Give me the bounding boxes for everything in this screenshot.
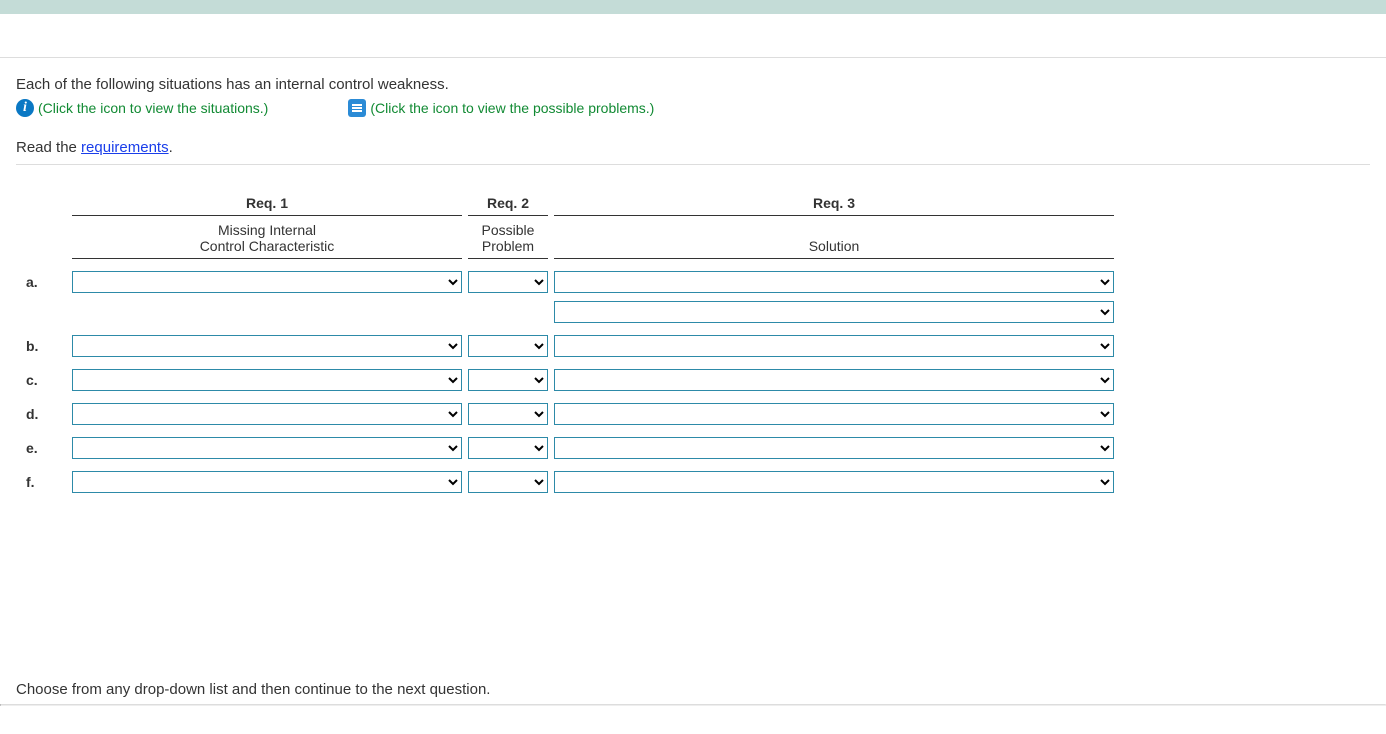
view-situations-link[interactable]: (Click the icon to view the situations.) xyxy=(38,100,268,116)
read-suffix: . xyxy=(169,139,173,156)
select-a-col2[interactable] xyxy=(468,271,548,293)
select-b-col1[interactable] xyxy=(72,335,462,357)
select-c-col1[interactable] xyxy=(72,369,462,391)
view-problems-link[interactable]: (Click the icon to view the possible pro… xyxy=(370,100,654,116)
select-a-col3[interactable] xyxy=(554,271,1114,293)
footer-instruction: Choose from any drop-down list and then … xyxy=(16,681,490,698)
row-label-b: b. xyxy=(26,338,66,354)
info-icon[interactable]: i xyxy=(16,99,34,117)
header-req1: Req. 1 xyxy=(72,195,462,216)
header-req3: Req. 3 xyxy=(554,195,1114,216)
row-label-e: e. xyxy=(26,440,66,456)
select-b-col2[interactable] xyxy=(468,335,548,357)
select-e-col3[interactable] xyxy=(554,437,1114,459)
subheader-col3-line2: Solution xyxy=(554,238,1114,259)
intro-text: Each of the following situations has an … xyxy=(16,76,1370,93)
requirements-link[interactable]: requirements xyxy=(81,139,169,156)
footer-separator xyxy=(0,704,1386,706)
select-b-col3[interactable] xyxy=(554,335,1114,357)
select-f-col1[interactable] xyxy=(72,471,462,493)
select-d-col3[interactable] xyxy=(554,403,1114,425)
row-label-c: c. xyxy=(26,372,66,388)
top-bar xyxy=(0,0,1386,14)
header-req2: Req. 2 xyxy=(468,195,548,216)
row-label-a: a. xyxy=(26,274,66,290)
select-f-col3[interactable] xyxy=(554,471,1114,493)
select-a-col3-line2[interactable] xyxy=(554,301,1114,323)
select-d-col1[interactable] xyxy=(72,403,462,425)
select-f-col2[interactable] xyxy=(468,471,548,493)
subheader-col1-line1: Missing Internal xyxy=(72,222,462,238)
row-label-d: d. xyxy=(26,406,66,422)
separator xyxy=(16,164,1370,165)
document-icon[interactable] xyxy=(348,99,366,117)
select-d-col2[interactable] xyxy=(468,403,548,425)
subheader-col2-line2: Problem xyxy=(468,238,548,259)
select-e-col2[interactable] xyxy=(468,437,548,459)
row-label-f: f. xyxy=(26,474,66,490)
header-spacer xyxy=(0,14,1386,58)
subheader-col1-line2: Control Characteristic xyxy=(72,238,462,259)
answer-grid: Req. 1 Req. 2 Req. 3 Missing Internal Po… xyxy=(16,195,1370,493)
select-e-col1[interactable] xyxy=(72,437,462,459)
read-prefix: Read the xyxy=(16,139,81,156)
select-c-col3[interactable] xyxy=(554,369,1114,391)
read-requirements-line: Read the requirements. xyxy=(16,139,1370,156)
select-c-col2[interactable] xyxy=(468,369,548,391)
subheader-col2-line1: Possible xyxy=(468,222,548,238)
select-a-col1[interactable] xyxy=(72,271,462,293)
